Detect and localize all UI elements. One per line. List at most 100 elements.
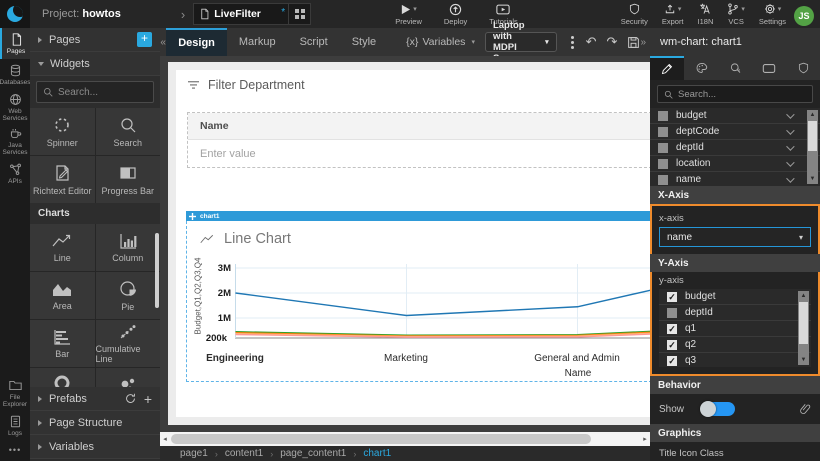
tab-device-display[interactable]: [752, 56, 786, 80]
checkbox[interactable]: [658, 127, 668, 137]
user-avatar[interactable]: JS: [794, 6, 814, 26]
y-option-q3[interactable]: ✓q3: [659, 353, 811, 367]
field-row-location[interactable]: location: [650, 156, 820, 172]
y-option-q1[interactable]: ✓q1: [659, 321, 811, 337]
checkbox[interactable]: [658, 159, 668, 169]
page-content[interactable]: Filter Department Name chart1 Line Chart: [176, 70, 650, 417]
tab-style[interactable]: Style: [340, 28, 388, 56]
pages-section-header[interactable]: Pages +: [30, 28, 160, 52]
y-option-budget[interactable]: ✓budget: [659, 289, 811, 305]
breadcrumb-page1[interactable]: page1: [180, 448, 208, 459]
page-tab-livefilter[interactable]: LiveFilter *: [193, 3, 311, 25]
fields-scrollbar[interactable]: ▲▼: [807, 110, 818, 184]
x-axis-select[interactable]: name ▾: [659, 227, 811, 247]
device-selector[interactable]: Laptop with MDPI Screen ▾: [485, 32, 557, 52]
scroll-left-arrow[interactable]: ◂: [160, 432, 170, 446]
rail-item-java-services[interactable]: Java Services: [0, 124, 30, 158]
breadcrumb-content1[interactable]: content1: [225, 448, 263, 459]
widget-tile-search[interactable]: Search: [96, 108, 161, 155]
refresh-icon[interactable]: [125, 393, 136, 404]
rail-more-button[interactable]: •••: [0, 441, 30, 461]
y-options-scrollbar[interactable]: ▲▼: [798, 291, 809, 365]
widget-tile-pie[interactable]: Pie: [96, 272, 161, 319]
livefilter-form[interactable]: Name: [187, 112, 652, 168]
security-button[interactable]: Security: [621, 0, 648, 28]
checkbox[interactable]: ✓: [667, 356, 677, 366]
scroll-right-arrow[interactable]: ▸: [640, 432, 650, 446]
collapse-right-panel-button[interactable]: »: [640, 37, 646, 48]
undo-button[interactable]: ↶: [586, 34, 597, 50]
canvas-hscrollbar[interactable]: ◂ ▸: [160, 432, 650, 446]
chevron-down-icon[interactable]: [786, 142, 794, 150]
prefabs-section-header[interactable]: Prefabs +: [30, 387, 160, 411]
widget-tile-line[interactable]: Line: [30, 224, 95, 271]
deploy-button[interactable]: Deploy: [444, 0, 467, 28]
add-page-button[interactable]: +: [137, 32, 152, 47]
breadcrumb-page-content1[interactable]: page_content1: [280, 448, 346, 459]
i18n-button[interactable]: I18N: [698, 0, 714, 28]
left-panel-scrollbar[interactable]: [155, 233, 159, 308]
rail-item-web-services[interactable]: Web Services: [0, 90, 30, 124]
y-option-deptid[interactable]: deptId: [659, 305, 811, 321]
tab-security-shield[interactable]: [786, 56, 820, 80]
chevron-down-icon[interactable]: [786, 126, 794, 134]
checkbox[interactable]: [658, 143, 668, 153]
variables-section-header[interactable]: Variables: [30, 435, 160, 459]
widget-tile-cumulative-line[interactable]: Cumulative Line: [96, 320, 161, 367]
vcs-button[interactable]: ▾ VCS: [727, 0, 745, 28]
field-row-deptcode[interactable]: deptCode: [650, 124, 820, 140]
checkbox[interactable]: [658, 175, 668, 185]
checkbox[interactable]: ✓: [667, 324, 677, 334]
field-row-name[interactable]: name: [650, 172, 820, 186]
rail-item-databases[interactable]: Databases: [0, 59, 30, 90]
tab-events-inspect[interactable]: [718, 56, 752, 80]
widget-tile-bubble-partial[interactable]: [96, 368, 161, 387]
widget-tile-column[interactable]: Column: [96, 224, 161, 271]
chevron-down-icon[interactable]: [786, 174, 794, 182]
field-row-budget[interactable]: budget: [650, 108, 820, 124]
widget-tile-area[interactable]: Area: [30, 272, 95, 319]
rail-item-logs[interactable]: Logs: [0, 410, 30, 441]
widgets-section-header[interactable]: Widgets: [30, 52, 160, 76]
page-structure-section-header[interactable]: Page Structure: [30, 411, 160, 435]
widget-tile-donut-partial[interactable]: [30, 368, 95, 387]
rail-item-pages[interactable]: Pages: [0, 28, 30, 59]
name-filter-input[interactable]: [200, 148, 595, 160]
tab-design[interactable]: Design: [166, 28, 227, 56]
breadcrumb-chart1[interactable]: chart1: [363, 448, 391, 459]
chevron-down-icon[interactable]: [786, 158, 794, 166]
bind-property-icon[interactable]: [799, 403, 811, 415]
tab-styles-palette[interactable]: [684, 56, 718, 80]
widget-tile-spinner[interactable]: Spinner: [30, 108, 95, 155]
widget-tile-progress-bar[interactable]: Progress Bar: [96, 156, 161, 203]
chart-widget-body[interactable]: Line Chart Budget,Q1,Q2,Q3,Q4 3M 2M 1M 2…: [186, 221, 652, 382]
show-toggle[interactable]: [701, 402, 735, 416]
redo-button[interactable]: ↷: [607, 34, 618, 50]
checkbox[interactable]: ✓: [667, 340, 677, 350]
field-row-deptid[interactable]: deptId: [650, 140, 820, 156]
variables-menu[interactable]: {x} Variables ▾: [406, 36, 475, 48]
y-option-q2[interactable]: ✓q2: [659, 337, 811, 353]
checkbox[interactable]: [658, 111, 668, 121]
filter-panel-heading[interactable]: Filter Department: [188, 78, 305, 92]
tab-markup[interactable]: Markup: [227, 28, 288, 56]
app-logo[interactable]: [0, 0, 30, 28]
add-prefab-button[interactable]: +: [144, 394, 152, 404]
rail-item-apis[interactable]: APIs: [0, 158, 30, 189]
checkbox[interactable]: [667, 308, 677, 318]
widget-tile-bar[interactable]: Bar: [30, 320, 95, 367]
rail-item-file-explorer[interactable]: File Explorer: [0, 376, 30, 410]
preview-button[interactable]: ▾ Preview: [395, 0, 422, 28]
more-options-button[interactable]: [567, 36, 578, 49]
chart-widget[interactable]: chart1 Line Chart Budget,Q1,Q2,Q3,Q4 3M …: [186, 211, 652, 382]
grid-view-icon[interactable]: [288, 4, 310, 24]
chevron-down-icon[interactable]: [786, 110, 794, 118]
checkbox[interactable]: ✓: [667, 292, 677, 302]
hscroll-thumb[interactable]: [171, 434, 591, 444]
widget-selection-bar[interactable]: chart1: [186, 211, 652, 221]
widget-search-input[interactable]: [58, 87, 147, 98]
export-button[interactable]: ▾ Export: [662, 0, 684, 28]
save-button[interactable]: [627, 36, 640, 49]
tab-script[interactable]: Script: [288, 28, 340, 56]
settings-button[interactable]: ▾ Settings: [759, 0, 786, 28]
